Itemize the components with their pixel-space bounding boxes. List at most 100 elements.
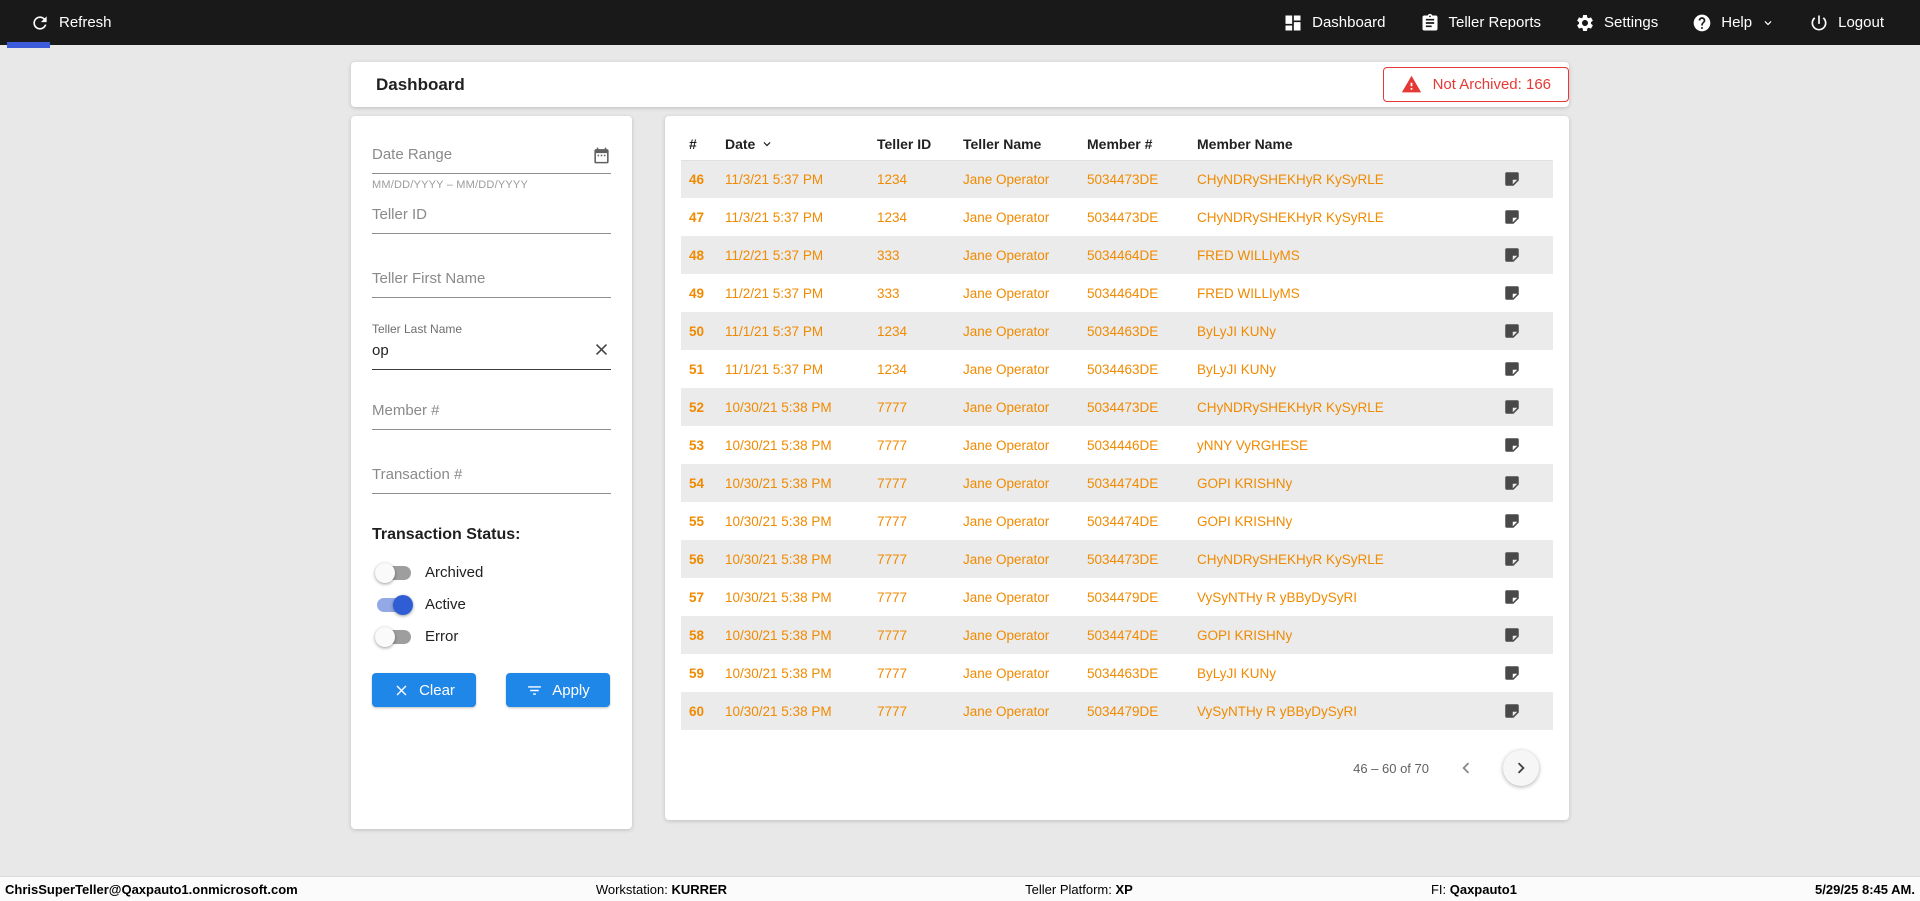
top-bar: Refresh Dashboard Teller Reports Settings H…: [0, 0, 1920, 45]
note-button-cell[interactable]: [1495, 464, 1553, 502]
clear-button[interactable]: Clear: [372, 673, 476, 707]
transaction-row[interactable]: 46 11/3/21 5:37 PM 1234 Jane Operator 503447…: [681, 160, 1553, 198]
transaction-row[interactable]: 56 10/30/21 5:38 PM 7777 Jane Operator 50344…: [681, 540, 1553, 578]
note-button-cell[interactable]: [1495, 616, 1553, 654]
cell-teller-name: Jane Operator: [963, 513, 1050, 529]
nav-dashboard-label: Dashboard: [1312, 14, 1386, 31]
note-button-cell[interactable]: [1495, 692, 1553, 730]
filter-actions: Clear Apply: [372, 673, 611, 707]
cell-member-name: ByLyJI KUNy: [1197, 665, 1277, 681]
transaction-number-input[interactable]: [372, 462, 611, 494]
cell-date: 10/30/21 5:38 PM: [725, 551, 832, 567]
transaction-row[interactable]: 55 10/30/21 5:38 PM 7777 Jane Operator 50344…: [681, 502, 1553, 540]
toggle-archived[interactable]: Archived: [372, 562, 611, 583]
cell-member-number: 5034479DE: [1087, 589, 1159, 605]
cell-teller-name: Jane Operator: [963, 399, 1050, 415]
cell-teller-name: Jane Operator: [963, 437, 1050, 453]
note-button-cell[interactable]: [1495, 160, 1553, 198]
transaction-row[interactable]: 50 11/1/21 5:37 PM 1234 Jane Operator 503446…: [681, 312, 1553, 350]
cell-member-name: GOPI KRISHNy: [1197, 513, 1293, 529]
nav-teller-reports-button[interactable]: Teller Reports: [1420, 13, 1541, 33]
column-header-number[interactable]: #: [681, 128, 717, 161]
nav-logout-button[interactable]: Logout: [1809, 13, 1884, 33]
note-button-cell[interactable]: [1495, 654, 1553, 692]
note-button-cell[interactable]: [1495, 388, 1553, 426]
note-button-cell[interactable]: [1495, 578, 1553, 616]
status-fi-label: FI:: [1430, 881, 1447, 897]
note-button-cell[interactable]: [1495, 198, 1553, 236]
transaction-row[interactable]: 51 11/1/21 5:37 PM 1234 Jane Operator 503446…: [681, 350, 1553, 388]
cell-teller-name: Jane Operator: [963, 171, 1050, 187]
apply-button[interactable]: Apply: [506, 673, 610, 707]
cell-teller-id: 7777: [877, 703, 908, 719]
note-button-cell[interactable]: [1495, 312, 1553, 350]
nav-dashboard-button[interactable]: Dashboard: [1283, 13, 1386, 33]
cell-number: 54: [689, 475, 705, 491]
teller-first-name-input[interactable]: [372, 266, 611, 298]
cell-member-number: 5034473DE: [1087, 551, 1159, 567]
next-page-button[interactable]: [1503, 750, 1539, 786]
note-button-cell[interactable]: [1495, 502, 1553, 540]
nav-settings-button[interactable]: Settings: [1575, 13, 1658, 33]
teller-id-input[interactable]: [372, 202, 611, 234]
toggle-active-label: Active: [425, 596, 466, 613]
transaction-row[interactable]: 48 11/2/21 5:37 PM 333 Jane Operator 5034464…: [681, 236, 1553, 274]
close-x-icon: [595, 343, 608, 356]
filter-panel: MM/DD/YYYY – MM/DD/YYYY Teller Last Name…: [351, 116, 632, 829]
member-number-input[interactable]: [372, 398, 611, 430]
toggle-active[interactable]: Active: [372, 594, 611, 615]
note-icon: [1505, 172, 1519, 186]
transaction-row[interactable]: 53 10/30/21 5:38 PM 7777 Jane Operator 50344…: [681, 426, 1553, 464]
column-header-date[interactable]: Date: [717, 128, 869, 161]
note-button-cell[interactable]: [1495, 540, 1553, 578]
cell-member-number: 5034464DE: [1087, 247, 1159, 263]
cell-number: 52: [689, 399, 705, 415]
calendar-picker-button[interactable]: [592, 146, 611, 165]
transaction-row[interactable]: 59 10/30/21 5:38 PM 7777 Jane Operator 50344…: [681, 654, 1553, 692]
column-header-member-name[interactable]: Member Name: [1189, 128, 1495, 161]
status-workstation: Workstation: KURRER: [596, 882, 727, 897]
refresh-button[interactable]: Refresh: [30, 13, 112, 33]
cell-date: 10/30/21 5:38 PM: [725, 475, 832, 491]
column-header-member-number[interactable]: Member #: [1079, 128, 1189, 161]
clear-teller-last-name-button[interactable]: [592, 340, 611, 359]
previous-page-button[interactable]: [1455, 757, 1477, 779]
cell-member-number: 5034474DE: [1087, 475, 1159, 491]
cell-teller-name: Jane Operator: [963, 627, 1050, 643]
transaction-row[interactable]: 47 11/3/21 5:37 PM 1234 Jane Operator 503447…: [681, 198, 1553, 236]
active-tab-indicator: [7, 42, 50, 48]
cell-teller-id: 7777: [877, 513, 908, 529]
note-icon: [1505, 666, 1519, 680]
transaction-row[interactable]: 57 10/30/21 5:38 PM 7777 Jane Operator 50344…: [681, 578, 1553, 616]
transaction-row[interactable]: 49 11/2/21 5:37 PM 333 Jane Operator 5034464…: [681, 274, 1553, 312]
paginator: 46 – 60 of 70: [681, 730, 1553, 806]
column-header-teller-name[interactable]: Teller Name: [955, 128, 1079, 161]
teller-last-name-input[interactable]: [372, 338, 611, 370]
cell-number: 51: [689, 361, 705, 377]
cell-number: 58: [689, 627, 705, 643]
cell-member-number: 5034479DE: [1087, 703, 1159, 719]
note-button-cell[interactable]: [1495, 236, 1553, 274]
cell-number: 55: [689, 513, 705, 529]
note-icon: [1505, 514, 1519, 528]
nav-help-button[interactable]: Help: [1692, 13, 1775, 33]
transaction-row[interactable]: 60 10/30/21 5:38 PM 7777 Jane Operator 50344…: [681, 692, 1553, 730]
transaction-row[interactable]: 58 10/30/21 5:38 PM 7777 Jane Operator 50344…: [681, 616, 1553, 654]
cell-date: 11/2/21 5:37 PM: [725, 285, 824, 301]
cell-date: 10/30/21 5:38 PM: [725, 627, 832, 643]
note-button-cell[interactable]: [1495, 350, 1553, 388]
cell-member-name: CHyNDRySHEKHyR KySyRLE: [1197, 551, 1384, 567]
column-header-teller-id[interactable]: Teller ID: [869, 128, 955, 161]
cell-member-name: GOPI KRISHNy: [1197, 627, 1293, 643]
note-icon: [1505, 400, 1519, 414]
date-range-input[interactable]: [372, 142, 611, 174]
cell-member-name: CHyNDRySHEKHyR KySyRLE: [1197, 171, 1384, 187]
toggle-error[interactable]: Error: [372, 626, 611, 647]
not-archived-badge[interactable]: Not Archived: 166: [1382, 67, 1569, 102]
transaction-row[interactable]: 52 10/30/21 5:38 PM 7777 Jane Operator 50344…: [681, 388, 1553, 426]
note-button-cell[interactable]: [1495, 426, 1553, 464]
note-button-cell[interactable]: [1495, 274, 1553, 312]
note-icon: [1505, 286, 1519, 300]
transaction-row[interactable]: 54 10/30/21 5:38 PM 7777 Jane Operator 50344…: [681, 464, 1553, 502]
toggle-knob: [375, 626, 395, 647]
